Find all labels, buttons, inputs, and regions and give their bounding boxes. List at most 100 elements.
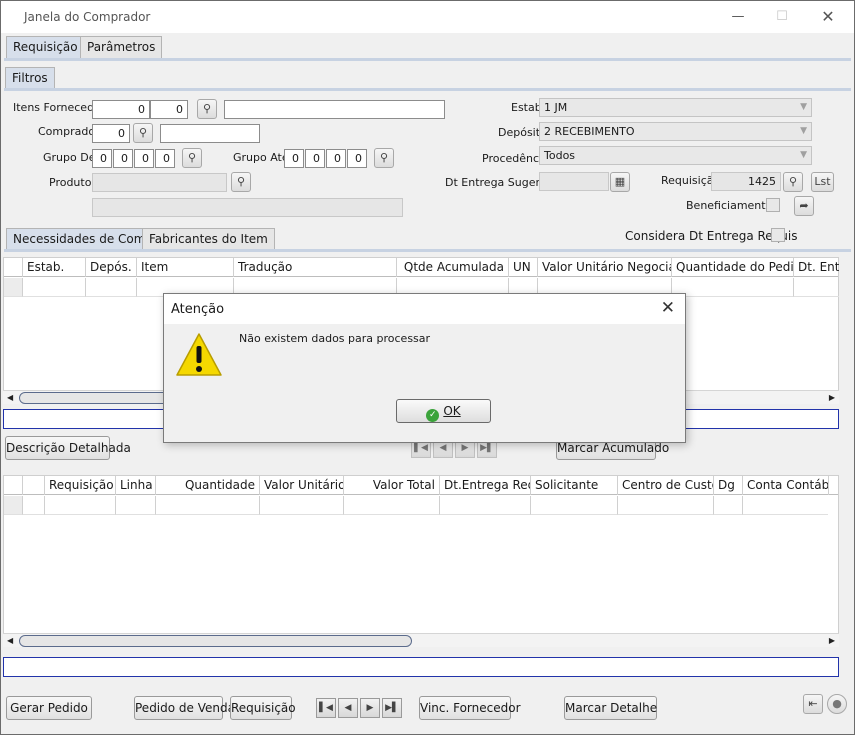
grid2-col-quantidade[interactable]: Quantidade xyxy=(155,476,259,495)
scroll-left-icon[interactable]: ◀ xyxy=(7,634,13,648)
bottom-nav-prev-button[interactable]: ◀ xyxy=(338,698,358,718)
grid1-col-traducao[interactable]: Tradução xyxy=(233,258,396,277)
descricao-detalhada-button[interactable]: Descrição Detalhada xyxy=(5,436,131,460)
close-window-button[interactable]: ✕ xyxy=(813,5,843,29)
beneficiamento-checkbox[interactable] xyxy=(766,198,780,212)
grid2-col-linha[interactable]: Linha xyxy=(115,476,155,495)
table-row[interactable] xyxy=(4,496,22,515)
table-row[interactable] xyxy=(115,496,155,515)
comprador-input[interactable]: 0 xyxy=(92,124,130,143)
scroll-right-icon[interactable]: ▶ xyxy=(829,391,835,405)
minimize-button[interactable]: — xyxy=(723,5,753,29)
search-comprador-button[interactable]: ⚲ xyxy=(133,123,153,143)
table-row[interactable] xyxy=(155,496,259,515)
dialog-title-bar: Atenção ✕ xyxy=(164,294,685,324)
tab-filtros[interactable]: Filtros xyxy=(5,67,55,89)
itens-fornecedor-input-2[interactable]: 0 xyxy=(150,100,188,119)
grid1-col-dt-entrega[interactable]: Dt. Entre xyxy=(793,258,839,277)
table-row[interactable] xyxy=(343,496,439,515)
table-row[interactable] xyxy=(671,278,793,297)
pedido-venda-button[interactable]: Pedido de Venda xyxy=(134,696,235,720)
grupo-de-input-3[interactable]: 0 xyxy=(134,149,154,168)
table-row[interactable] xyxy=(44,496,115,515)
grid2-col-dg[interactable]: Dg xyxy=(713,476,742,495)
table-row[interactable] xyxy=(85,278,136,297)
itens-fornecedor-input-1[interactable]: 0 xyxy=(92,100,150,119)
grid2-scroll-thumb[interactable] xyxy=(19,635,412,647)
bottom-nav-last-button[interactable]: ▶▌ xyxy=(382,698,402,718)
table-row[interactable] xyxy=(742,496,828,515)
search-fornecedor-button[interactable]: ⚲ xyxy=(197,99,217,119)
tab-fabricantes[interactable]: Fabricantes do Item xyxy=(142,228,275,250)
grupo-ate-input-1[interactable]: 0 xyxy=(284,149,304,168)
table-row[interactable] xyxy=(4,278,22,297)
grupo-ate-input-3[interactable]: 0 xyxy=(326,149,346,168)
grupo-de-input-2[interactable]: 0 xyxy=(113,149,133,168)
grid2-col-solicitante[interactable]: Solicitante xyxy=(530,476,617,495)
grid2-hscrollbar[interactable]: ◀ ▶ xyxy=(3,633,839,647)
procedencia-select[interactable]: Todos ▼ xyxy=(539,146,812,165)
considera-checkbox[interactable] xyxy=(771,228,785,242)
bottom-nav-first-button[interactable]: ▌◀ xyxy=(316,698,336,718)
grid2-col-centro-custo[interactable]: Centro de Custo xyxy=(617,476,713,495)
ok-button[interactable]: ✓ OK xyxy=(396,399,491,423)
itens-fornecedor-text[interactable] xyxy=(224,100,445,119)
table-row[interactable] xyxy=(713,496,742,515)
bottom-nav-next-button[interactable]: ▶ xyxy=(360,698,380,718)
forward-button[interactable]: ➦ xyxy=(794,196,814,216)
gerar-pedido-button[interactable]: Gerar Pedido xyxy=(6,696,92,720)
grid2-col-dt-entrega[interactable]: Dt.Entrega Req xyxy=(439,476,530,495)
first-icon: ▌◀ xyxy=(319,703,333,713)
grid2-summary-band xyxy=(3,657,839,677)
grid2-col-requisicao[interactable]: Requisição xyxy=(44,476,115,495)
grid1-col-un[interactable]: UN xyxy=(508,258,537,277)
grupo-ate-input-4[interactable]: 0 xyxy=(347,149,367,168)
search-requisicao-button[interactable]: ⚲ xyxy=(783,172,803,192)
tab-requisicao[interactable]: Requisição xyxy=(6,36,85,58)
record-button[interactable]: ● xyxy=(827,694,847,714)
grid1-col-item[interactable]: Item xyxy=(136,258,233,277)
table-row[interactable] xyxy=(22,496,44,515)
grid2-col-valor-unitario[interactable]: Valor Unitário xyxy=(259,476,343,495)
grid1-col-estab[interactable]: Estab. xyxy=(22,258,85,277)
table-row[interactable] xyxy=(530,496,617,515)
grupo-ate-input-2[interactable]: 0 xyxy=(305,149,325,168)
dialog-close-icon[interactable]: ✕ xyxy=(661,298,675,318)
grid1-col-depos[interactable]: Depós. xyxy=(85,258,136,277)
scroll-left-icon[interactable]: ◀ xyxy=(7,391,13,405)
requisicao-input[interactable]: 1425 xyxy=(711,172,781,191)
last-icon: ▶▌ xyxy=(385,703,399,713)
comprador-text[interactable] xyxy=(160,124,260,143)
tab-parametros[interactable]: Parâmetros xyxy=(80,36,163,58)
marcar-detalhe-button[interactable]: Marcar Detalhe xyxy=(564,696,657,720)
table-row[interactable] xyxy=(259,496,343,515)
grid2-col-blank[interactable] xyxy=(22,476,44,495)
search-produto-button[interactable]: ⚲ xyxy=(231,172,251,192)
title-bar: Janela do Comprador — ☐ ✕ xyxy=(1,1,854,33)
estab-select[interactable]: 1 JM ▼ xyxy=(539,98,812,117)
grid2-col-conta-contabil[interactable]: Conta Contábil xyxy=(742,476,828,495)
maximize-button[interactable]: ☐ xyxy=(767,5,797,29)
grupo-de-input-1[interactable]: 0 xyxy=(92,149,112,168)
grid1-col-qtde[interactable]: Qtde Acumulada xyxy=(396,258,508,277)
grid-tab-divider xyxy=(4,249,851,252)
grid2-col-valor-total[interactable]: Valor Total xyxy=(343,476,439,495)
lst-button[interactable]: Lst xyxy=(811,172,834,192)
produto-input[interactable] xyxy=(92,173,227,192)
search-grupo-ate-button[interactable]: ⚲ xyxy=(374,148,394,168)
grid1-col-quantidade[interactable]: Quantidade do Pedido xyxy=(671,258,793,277)
scroll-right-icon[interactable]: ▶ xyxy=(829,634,835,648)
vinc-fornecedor-button[interactable]: Vinc. Fornecedor xyxy=(419,696,521,720)
dt-entrega-sugerida-input[interactable] xyxy=(539,172,609,191)
exit-button[interactable]: ⇤ xyxy=(803,694,823,714)
requisicao-button[interactable]: Requisição xyxy=(230,696,296,720)
table-row[interactable] xyxy=(793,278,839,297)
search-grupo-de-button[interactable]: ⚲ xyxy=(182,148,202,168)
table-row[interactable] xyxy=(22,278,85,297)
grid1-col-valor[interactable]: Valor Unitário Negociado xyxy=(537,258,671,277)
deposito-select[interactable]: 2 RECEBIMENTO ▼ xyxy=(539,122,812,141)
grupo-de-input-4[interactable]: 0 xyxy=(155,149,175,168)
table-row[interactable] xyxy=(617,496,713,515)
table-row[interactable] xyxy=(439,496,530,515)
calendar-button[interactable]: ▦ xyxy=(610,172,630,192)
